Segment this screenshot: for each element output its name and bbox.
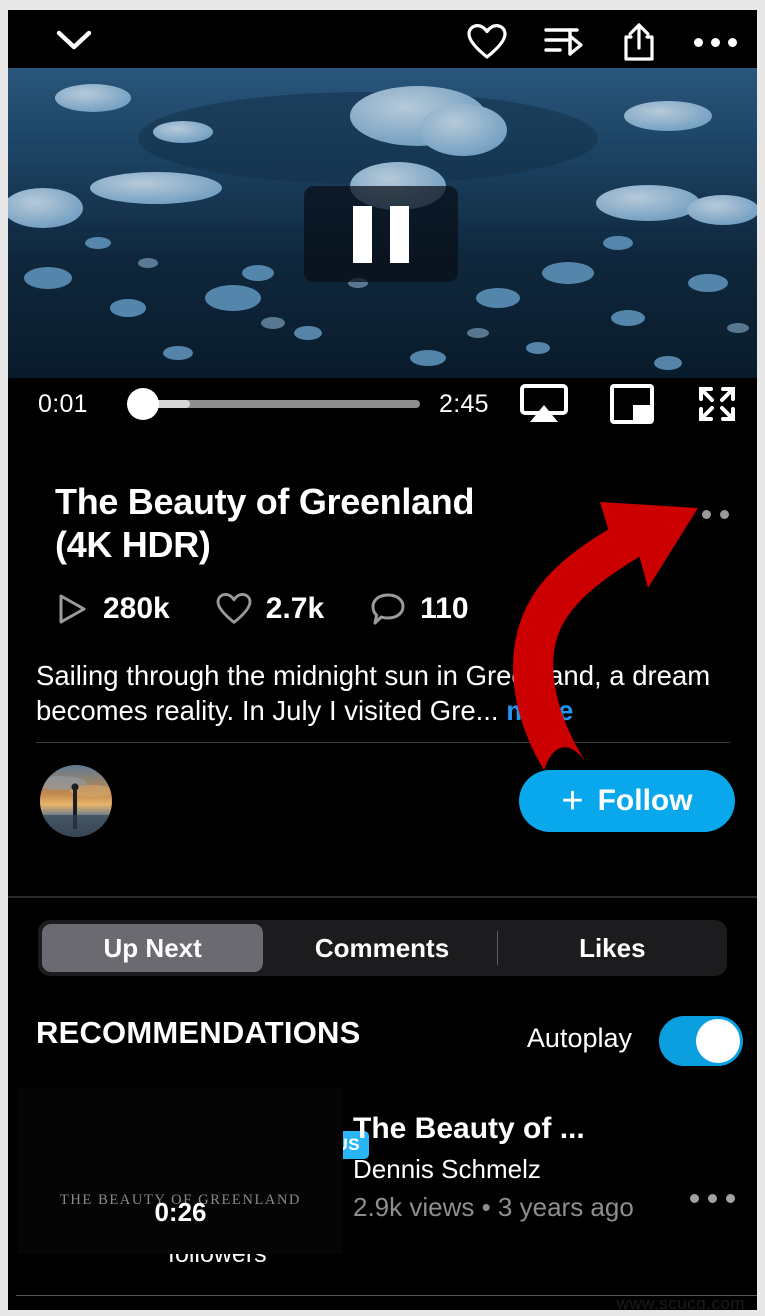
- tab-comments[interactable]: Comments: [271, 924, 492, 972]
- follow-label: Follow: [597, 784, 693, 817]
- fullscreen-icon[interactable]: [695, 383, 739, 425]
- more-horizontal-icon[interactable]: [693, 20, 737, 64]
- pause-bar-left: [353, 205, 372, 263]
- stat-views: 280k: [55, 592, 170, 626]
- recommendation-title: The Beauty of ...: [353, 1112, 585, 1145]
- player-top-bar: [8, 10, 757, 68]
- author-row[interactable]: Dennis Schmelz PLUS 101 videos • 3.2k fo…: [40, 765, 370, 1268]
- progress-thumb[interactable]: [127, 388, 159, 420]
- video-player-screen: 0:01 2:45 The Beauty of Greenland (4K HD…: [8, 10, 757, 1310]
- autoplay-toggle-knob: [696, 1019, 740, 1063]
- list-item[interactable]: THE BEAUTY OF GREENLAND 0:26 The Beauty …: [8, 1088, 757, 1254]
- stat-likes-value: 2.7k: [265, 592, 325, 625]
- recommendation-more-button[interactable]: [690, 1194, 735, 1203]
- chevron-down-icon[interactable]: [55, 24, 93, 54]
- thumbnail-duration: 0:26: [154, 1197, 207, 1227]
- video-description[interactable]: Sailing through the midnight sun in Gree…: [36, 658, 736, 728]
- description-more-link[interactable]: more: [506, 695, 573, 726]
- stat-views-value: 280k: [103, 592, 170, 625]
- stat-comments-value: 110: [420, 592, 469, 625]
- video-stats: 280k 2.7k 110: [55, 592, 515, 626]
- comment-icon: [371, 593, 405, 625]
- top-action-icons: [465, 20, 737, 64]
- tab-divider: [496, 931, 498, 965]
- picture-in-picture-icon[interactable]: [609, 383, 655, 425]
- tab-likes[interactable]: Likes: [502, 924, 723, 972]
- autoplay-toggle[interactable]: [659, 1016, 743, 1066]
- video-surface[interactable]: [8, 68, 757, 378]
- watermark: www.scucq.com: [616, 1294, 745, 1310]
- description-text: Sailing through the midnight sun in Gree…: [36, 660, 711, 726]
- meta-divider: [36, 742, 730, 743]
- stat-comments: 110: [370, 592, 469, 626]
- recommendation-channel: Dennis Schmelz: [353, 1154, 541, 1184]
- airplay-icon[interactable]: [519, 383, 569, 425]
- duration: 2:45: [439, 389, 489, 418]
- heart-icon[interactable]: [465, 20, 509, 64]
- share-icon[interactable]: [617, 20, 661, 64]
- video-title: The Beauty of Greenland (4K HDR): [55, 481, 475, 565]
- progress-bar[interactable]: [134, 400, 420, 408]
- content-tabs: Up Next Comments Likes: [38, 920, 727, 976]
- tabs-separator: [8, 896, 757, 898]
- tab-up-next[interactable]: Up Next: [42, 924, 264, 972]
- avatar[interactable]: [40, 765, 112, 837]
- heart-icon: [216, 593, 252, 624]
- avatar-image: [40, 765, 112, 837]
- recommendations-heading: RECOMMENDATIONS: [36, 1015, 361, 1050]
- player-controls: 0:01 2:45: [8, 378, 757, 430]
- recommendation-thumbnail[interactable]: THE BEAUTY OF GREENLAND 0:26: [18, 1088, 343, 1254]
- plus-icon: +: [561, 779, 584, 822]
- recommendation-meta: 2.9k views • 3 years ago: [353, 1192, 634, 1222]
- follow-button[interactable]: + Follow: [519, 770, 735, 832]
- pause-button[interactable]: [304, 186, 458, 282]
- current-time: 0:01: [38, 389, 88, 418]
- player-right-controls: [519, 383, 739, 425]
- play-icon: [59, 594, 86, 624]
- stat-likes: 2.7k: [216, 592, 324, 626]
- add-to-queue-icon[interactable]: [541, 20, 585, 64]
- video-more-button[interactable]: [684, 510, 729, 519]
- autoplay-label: Autoplay: [526, 1023, 632, 1053]
- pause-bar-right: [390, 205, 409, 263]
